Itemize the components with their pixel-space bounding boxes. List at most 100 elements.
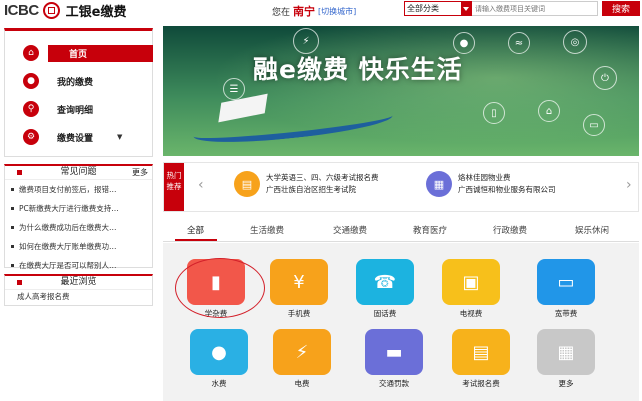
top-bar: ICBC 工银e缴费 您在 南宁 [切换城市] 全部分类 搜索 (0, 0, 642, 20)
category-tabs: 全部 生活缴费 交通缴费 教育医疗 行政缴费 娱乐休闲 (163, 220, 639, 242)
tab-traffic[interactable]: 交通缴费 (333, 224, 367, 236)
service-traffic-fine[interactable]: ▬ 交通罚款 (362, 329, 426, 389)
sidebar-item-payment-settings[interactable]: ⚙ 缴费设置 ▼ (5, 127, 152, 147)
faq-list: 缴费项目支付前签后，报错… PC新缴费大厅进行缴费支持… 为什么缴费成功后在缴费… (5, 180, 152, 275)
building-icon: ▦ (426, 171, 452, 197)
service-label: 水费 (211, 379, 227, 388)
sidebar-item-label: 缴费设置 (57, 133, 94, 144)
faq-header: 常见问题 更多 (5, 166, 152, 180)
hot-recommendations: 热门推荐 ‹ ▤ 大学英语三、四、六级考试报名费 广西壮族自治区招生考试院 ▦ … (163, 162, 639, 212)
location-prefix: 您在 (272, 7, 291, 18)
search-input[interactable] (472, 1, 598, 16)
chevron-down-icon: ▼ (117, 133, 123, 141)
service-label: 电费 (294, 379, 310, 388)
faq-item[interactable]: 为什么缴费成功后在缴费大… (5, 218, 152, 237)
tab-living[interactable]: 生活缴费 (250, 224, 284, 236)
chevron-down-icon (461, 2, 471, 15)
service-landline[interactable]: ☎ 固话费 (353, 259, 417, 319)
sidebar-item-my-payments[interactable]: ● 我的缴费 (5, 71, 152, 91)
mobile-icon: ¥ (270, 259, 328, 305)
faq-item[interactable]: 缴费项目支付前签后，报错… (5, 180, 152, 199)
power-icon: ⏻ (593, 66, 617, 90)
sidebar-item-label: 首页 (69, 49, 88, 60)
service-more[interactable]: ▦ 更多 (534, 329, 598, 389)
highlight-circle (175, 258, 265, 318)
service-tv[interactable]: ▣ 电视费 (439, 259, 503, 319)
active-highlight (48, 45, 153, 62)
tab-education-medical[interactable]: 教育医疗 (413, 224, 447, 236)
prev-arrow-icon[interactable]: ‹ (198, 177, 204, 193)
switch-city-link[interactable]: [切换城市] (318, 6, 356, 17)
faq-panel: 常见问题 更多 缴费项目支付前签后，报错… PC新缴费大厅进行缴费支持… 为什么… (4, 164, 153, 270)
service-label: 交通罚款 (379, 379, 409, 388)
service-electricity[interactable]: ⚡ 电费 (270, 329, 334, 389)
lightning-icon: ⚡ (273, 329, 331, 375)
hot-item[interactable]: ▦ 烙林佳园物业费 广西诚恒和物业服务有限公司 (426, 171, 556, 197)
sidebar-item-label: 查询明细 (57, 105, 94, 116)
service-label: 考试报名费 (462, 379, 500, 388)
recent-panel: 最近浏览 成人高考报名费 (4, 274, 153, 306)
search-icon: ⚲ (23, 101, 39, 117)
faq-item[interactable]: 在缴费大厅是否可以帮别人… (5, 256, 152, 275)
broadband-icon: ≈ (508, 32, 530, 54)
service-exam-fee[interactable]: ▤ 考试报名费 (449, 329, 513, 389)
sidebar-item-query-details[interactable]: ⚲ 查询明细 (5, 99, 152, 119)
faq-item[interactable]: 如何在缴费大厅账单缴费功… (5, 237, 152, 256)
service-mobile[interactable]: ¥ 手机费 (267, 259, 331, 319)
wifi-icon: ☰ (223, 78, 245, 100)
tab-all[interactable]: 全部 (187, 224, 204, 236)
current-city: 南宁 (293, 5, 316, 18)
logo-text: ICBC (4, 1, 39, 19)
faq-more-link[interactable]: 更多 (132, 166, 148, 179)
icbc-seal-icon (42, 1, 60, 19)
search-button[interactable]: 搜索 (602, 1, 640, 16)
recent-header: 最近浏览 (5, 276, 152, 290)
service-label: 固话费 (373, 309, 397, 318)
faq-item[interactable]: PC新缴费大厅进行缴费支持… (5, 199, 152, 218)
promo-banner[interactable]: ⚡ ● ≈ ◎ ⏻ ☰ ▯ ⌂ ▭ 融e缴费 快乐生活 (163, 26, 639, 156)
hot-tag: 热门推荐 (164, 163, 184, 211)
grid-icon: ▦ (537, 329, 595, 375)
faq-title: 常见问题 (60, 167, 97, 177)
hot-item-title: 大学英语三、四、六级考试报名费 (266, 173, 379, 182)
sidebar-item-home[interactable]: ⌂ 首页 (5, 43, 153, 63)
tv-icon: ▣ (442, 259, 500, 305)
certificate-icon: ▤ (234, 171, 260, 197)
category-select-value: 全部分类 (407, 4, 439, 13)
service-broadband[interactable]: ▭ 宽带费 (534, 259, 598, 319)
tab-entertainment[interactable]: 娱乐休闲 (575, 224, 609, 236)
tab-administrative[interactable]: 行政缴费 (493, 224, 527, 236)
telephone-icon: ☎ (356, 259, 414, 305)
hot-item[interactable]: ▤ 大学英语三、四、六级考试报名费 广西壮族自治区招生考试院 (234, 171, 379, 197)
recent-list: 成人高考报名费 (5, 290, 152, 304)
user-icon: ● (23, 73, 39, 89)
service-label: 更多 (558, 379, 574, 388)
settings-icon: ⚙ (23, 129, 39, 145)
active-tab-indicator (175, 239, 217, 241)
exam-icon: ▤ (452, 329, 510, 375)
water-icon: ● (190, 329, 248, 375)
banner-title: 融e缴费 快乐生活 (253, 55, 463, 84)
globe-icon: ◎ (563, 30, 587, 54)
hot-item-org: 广西壮族自治区招生考试院 (266, 185, 356, 194)
next-arrow-icon[interactable]: › (626, 177, 632, 193)
sidebar-nav: ⌂ 首页 ● 我的缴费 ⚲ 查询明细 ⚙ 缴费设置 ▼ (4, 28, 153, 157)
brand-name: 工银e缴费 (65, 4, 127, 20)
card-icon: ▭ (583, 114, 605, 136)
category-select[interactable]: 全部分类 (404, 1, 472, 16)
recent-title: 最近浏览 (60, 277, 97, 287)
sidebar-item-label: 我的缴费 (57, 77, 94, 88)
car-icon: ▬ (365, 329, 423, 375)
mobile-icon: ▯ (483, 102, 505, 124)
home-icon: ⌂ (23, 45, 39, 61)
service-label: 宽带费 (554, 309, 578, 318)
location: 您在 南宁 [切换城市] (272, 3, 356, 19)
logo[interactable]: ICBC 工银e缴费 (4, 1, 127, 20)
broadband-icon: ▭ (537, 259, 595, 305)
service-water[interactable]: ● 水费 (187, 329, 251, 389)
bullet-icon (17, 170, 22, 175)
service-label: 手机费 (287, 309, 311, 318)
hot-item-title: 烙林佳园物业费 (458, 173, 511, 182)
house-icon: ⌂ (538, 100, 560, 122)
recent-item[interactable]: 成人高考报名费 (5, 290, 152, 304)
